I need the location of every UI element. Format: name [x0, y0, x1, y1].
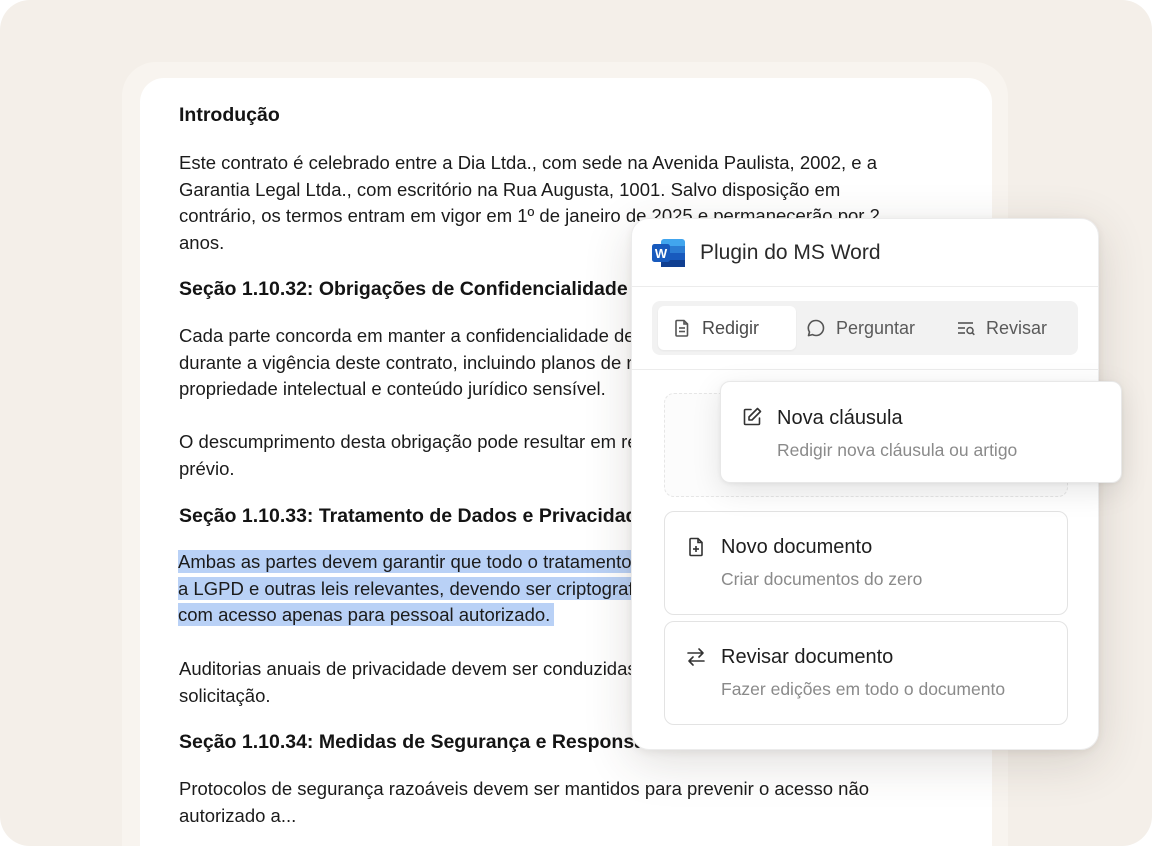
tab-perguntar[interactable]: Perguntar — [792, 306, 929, 350]
document-icon — [675, 319, 689, 337]
option-subtitle: Criar documentos do zero — [721, 569, 923, 589]
word-logo-letter: W — [655, 246, 668, 261]
tab-label: Revisar — [986, 317, 1048, 338]
text-line: Garantia Legal Ltda., com escritório na … — [179, 178, 841, 200]
review-lines-icon — [958, 322, 975, 336]
text-line: autorizado a... — [179, 804, 297, 826]
text-line: Este contrato é celebrado entre a Dia Lt… — [179, 152, 877, 173]
paragraph-section-3: Protocolos de segurança razoáveis devem … — [179, 776, 959, 829]
option-title: Nova cláusula — [777, 407, 903, 429]
highlighted-line: com acesso apenas para pessoal autorizad… — [178, 603, 555, 626]
text-line: Protocolos de segurança razoáveis devem … — [179, 778, 870, 799]
option-title: Novo documento — [721, 536, 873, 558]
divider — [632, 369, 1098, 370]
tab-label: Redigir — [702, 317, 760, 338]
plugin-panel: W Plugin do MS Word Redigir Perguntar Re… — [631, 218, 1099, 750]
heading-introducao: Introdução — [179, 104, 280, 126]
option-revisar-documento[interactable]: Revisar documento Fazer edições em todo … — [664, 621, 1068, 725]
option-title: Revisar documento — [721, 646, 894, 668]
plugin-header: W Plugin do MS Word — [632, 219, 1098, 287]
tab-label: Perguntar — [836, 317, 916, 338]
option-subtitle: Fazer edições em todo o documento — [721, 679, 1006, 699]
word-logo-icon: W — [652, 239, 685, 267]
plugin-title: Plugin do MS Word — [700, 241, 881, 264]
chat-bubble-icon — [807, 319, 825, 337]
tab-redigir[interactable]: Redigir — [658, 306, 796, 350]
option-novo-documento[interactable]: Novo documento Criar documentos do zero — [664, 511, 1068, 615]
option-nova-clausula[interactable]: Nova cláusula Redigir nova cláusula ou a… — [720, 381, 1122, 483]
new-file-icon — [689, 537, 703, 557]
tab-bar: Redigir Perguntar Revisar — [652, 301, 1078, 355]
edit-icon — [743, 407, 762, 426]
tab-revisar[interactable]: Revisar — [942, 306, 1061, 350]
option-subtitle: Redigir nova cláusula ou artigo — [777, 440, 1018, 460]
swap-arrows-icon — [687, 648, 705, 666]
